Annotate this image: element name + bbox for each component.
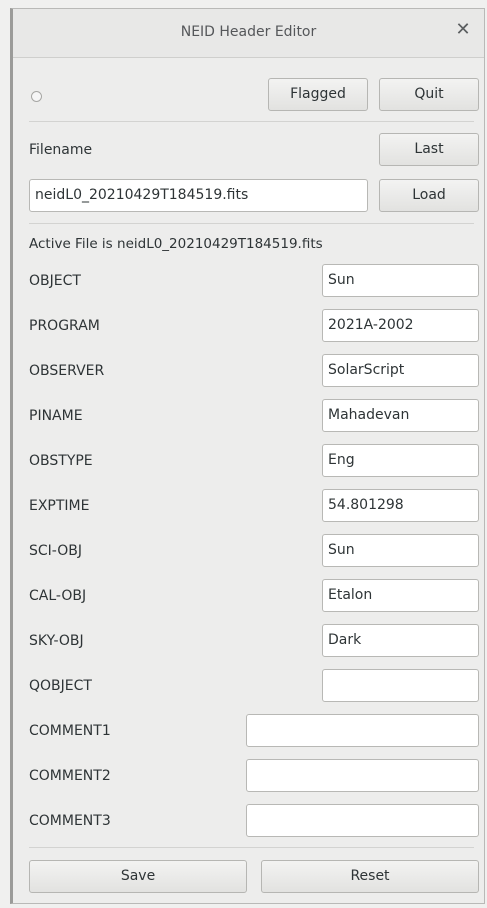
comment1-label: COMMENT1 bbox=[29, 723, 111, 739]
calobj-field[interactable]: Etalon bbox=[322, 579, 479, 612]
separator bbox=[29, 121, 474, 122]
skyobj-label: SKY-OBJ bbox=[29, 633, 84, 649]
quit-button[interactable]: Quit bbox=[379, 78, 479, 111]
object-label: OBJECT bbox=[29, 273, 81, 289]
program-field[interactable]: 2021A-2002 bbox=[322, 309, 479, 342]
obstype-field[interactable]: Eng bbox=[322, 444, 479, 477]
comment3-field[interactable] bbox=[246, 804, 479, 837]
window-title: NEID Header Editor bbox=[180, 24, 317, 40]
skyobj-field[interactable]: Dark bbox=[322, 624, 479, 657]
separator bbox=[29, 847, 474, 848]
load-button[interactable]: Load bbox=[379, 179, 479, 212]
sciobj-label: SCI-OBJ bbox=[29, 543, 82, 559]
flagged-button[interactable]: Flagged bbox=[268, 78, 368, 111]
qobject-label: QOBJECT bbox=[29, 678, 92, 694]
comment3-label: COMMENT3 bbox=[29, 813, 111, 829]
comment2-label: COMMENT2 bbox=[29, 768, 111, 784]
piname-label: PINAME bbox=[29, 408, 83, 424]
object-field[interactable]: Sun bbox=[322, 264, 479, 297]
obstype-label: OBSTYPE bbox=[29, 453, 93, 469]
calobj-label: CAL-OBJ bbox=[29, 588, 87, 604]
separator bbox=[29, 223, 474, 224]
reset-button[interactable]: Reset bbox=[261, 860, 479, 893]
exptime-label: EXPTIME bbox=[29, 498, 90, 514]
save-button[interactable]: Save bbox=[29, 860, 247, 893]
sciobj-field[interactable]: Sun bbox=[322, 534, 479, 567]
status-indicator[interactable] bbox=[31, 91, 42, 102]
last-button[interactable]: Last bbox=[379, 133, 479, 166]
filename-input[interactable]: neidL0_20210429T184519.fits bbox=[29, 179, 368, 212]
filename-label: Filename bbox=[29, 142, 93, 158]
program-label: PROGRAM bbox=[29, 318, 100, 334]
exptime-field[interactable]: 54.801298 bbox=[322, 489, 479, 522]
observer-label: OBSERVER bbox=[29, 363, 105, 379]
close-icon[interactable]: ✕ bbox=[454, 21, 472, 39]
qobject-field[interactable] bbox=[322, 669, 479, 702]
comment2-field[interactable] bbox=[246, 759, 479, 792]
editor-window: NEID Header Editor ✕ Flagged Quit Filena… bbox=[10, 8, 485, 904]
observer-field[interactable]: SolarScript bbox=[322, 354, 479, 387]
title-bar[interactable]: NEID Header Editor ✕ bbox=[13, 9, 484, 58]
active-file-text: Active File is neidL0_20210429T184519.fi… bbox=[29, 236, 323, 252]
piname-field[interactable]: Mahadevan bbox=[322, 399, 479, 432]
comment1-field[interactable] bbox=[246, 714, 479, 747]
